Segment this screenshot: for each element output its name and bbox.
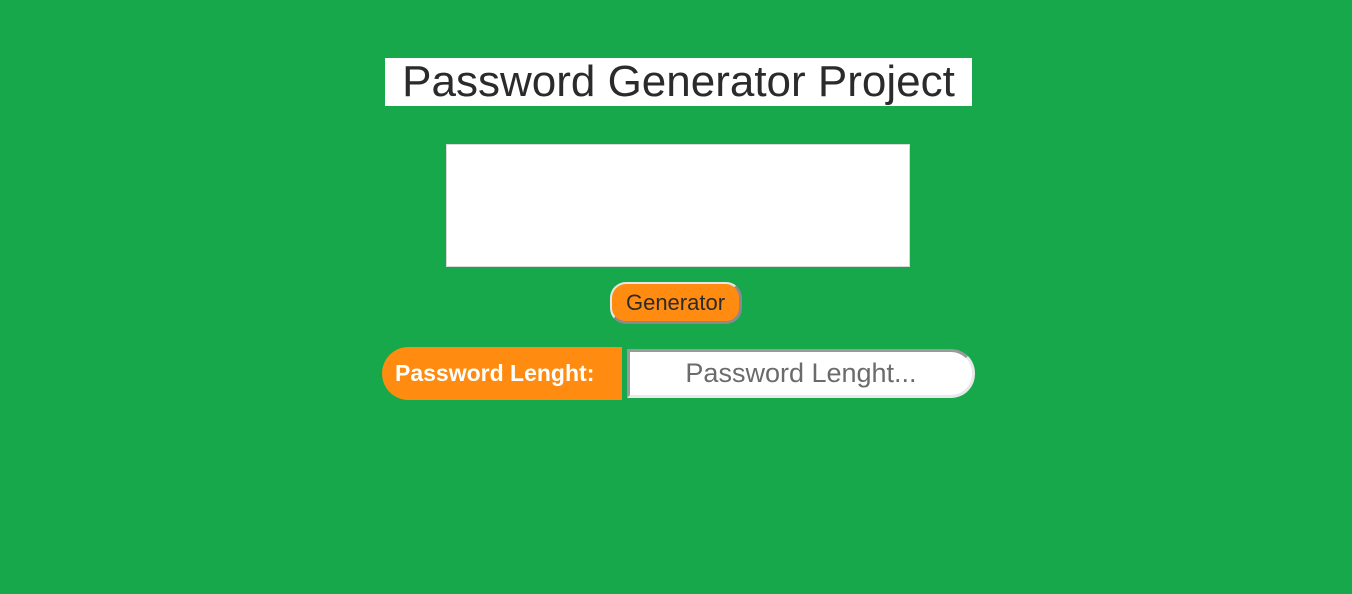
password-output-box[interactable] [446, 144, 910, 267]
page-title: Password Generator Project [385, 58, 972, 106]
password-length-input[interactable] [627, 349, 975, 398]
generator-button[interactable]: Generator [610, 282, 742, 324]
password-length-label: Password Lenght: [382, 347, 622, 400]
